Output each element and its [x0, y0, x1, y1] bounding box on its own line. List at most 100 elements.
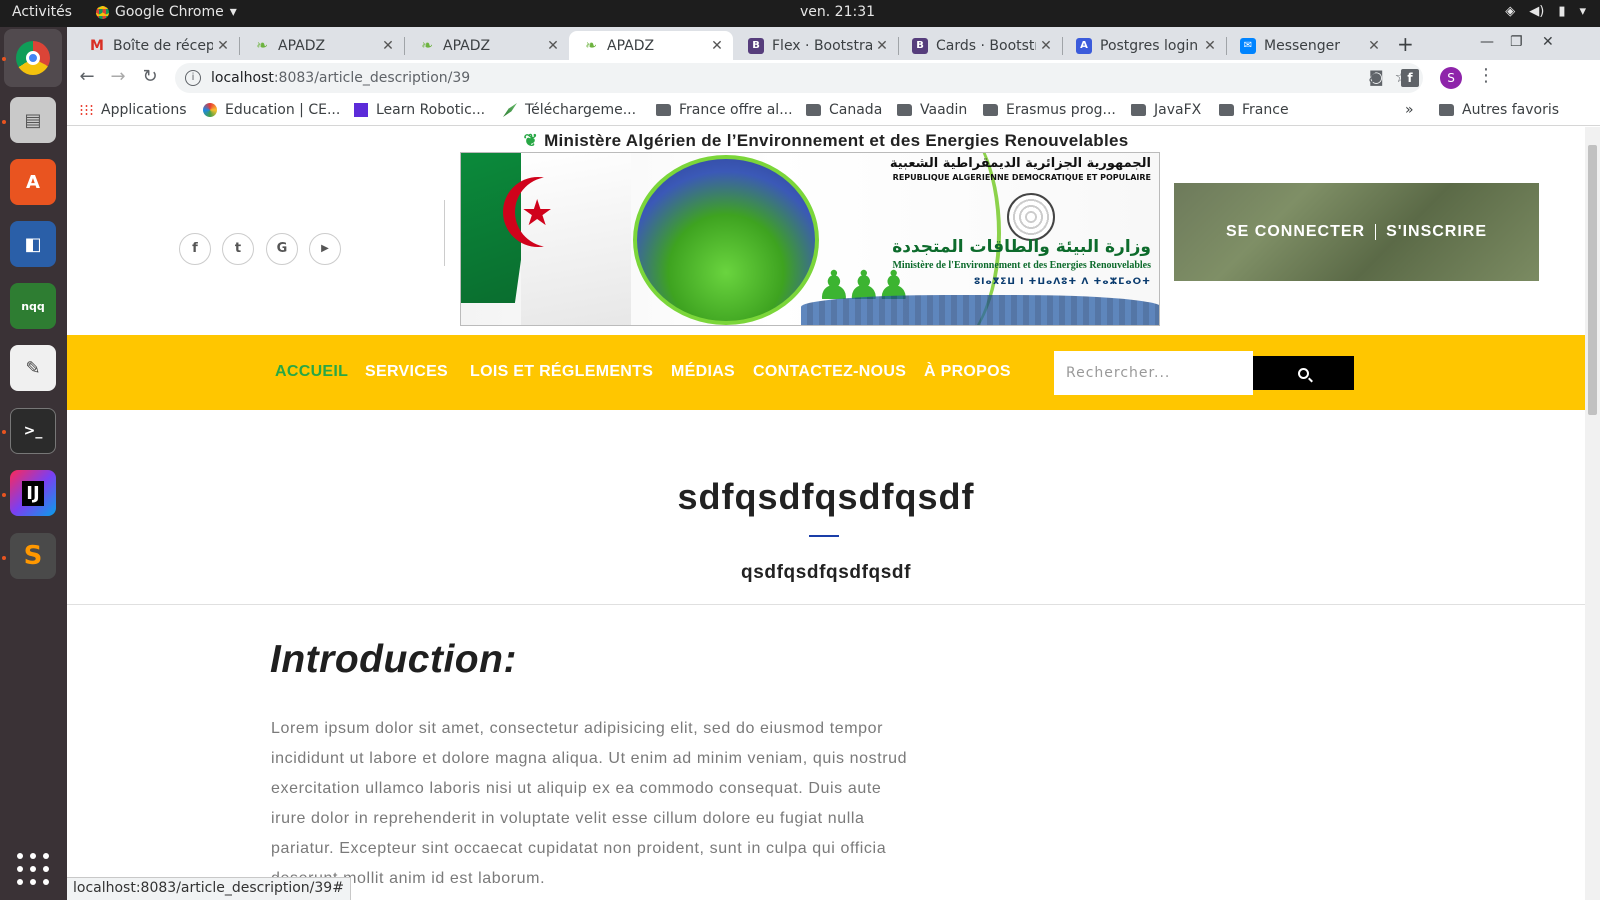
article-subtitle: qsdfqsdfqsdfqsdf: [740, 562, 912, 583]
scrollbar-thumb[interactable]: [1588, 145, 1597, 415]
tab-label: APADZ: [607, 37, 655, 54]
bookmarks-bar: Applications Education | CE... Learn Robot…: [67, 96, 1600, 126]
bookmark-item[interactable]: France offre al...: [656, 102, 793, 118]
bootstrap-icon: B: [912, 37, 928, 54]
ministry-title-text: Ministère Algérien de l’Environnement et…: [544, 131, 1129, 150]
youtube-link[interactable]: ▶: [309, 233, 341, 265]
decorative-waves: [801, 295, 1159, 325]
nav-services[interactable]: SERVICES: [365, 363, 448, 381]
title-underline: [809, 535, 839, 537]
facebook-extension-icon[interactable]: f: [1401, 69, 1419, 87]
bookmark-item[interactable]: Téléchargeme...: [503, 102, 636, 118]
dock-text-editor[interactable]: ✎: [10, 345, 56, 391]
nav-a-propos[interactable]: À PROPOS: [924, 363, 1011, 381]
clock[interactable]: ven. 21:31: [800, 4, 875, 20]
browser-tab[interactable]: M Boîte de récept ✕: [75, 31, 239, 60]
bookmark-item[interactable]: Learn Robotic...: [354, 102, 485, 118]
search-input[interactable]: [1054, 351, 1253, 395]
dock-chrome[interactable]: [4, 29, 62, 87]
nav-accueil[interactable]: ACCUEIL: [275, 363, 348, 381]
screenshot-extension-icon[interactable]: ◙: [1369, 68, 1384, 86]
login-link[interactable]: SE CONNECTER: [1226, 223, 1365, 241]
show-applications-icon[interactable]: [17, 853, 49, 885]
apps-grid-icon: [79, 104, 93, 116]
browser-tab[interactable]: ❧ APADZ ✕: [405, 31, 569, 60]
chevron-down-icon: ▾: [1579, 4, 1586, 19]
browser-window: M Boîte de récept ✕ ❧ APADZ ✕ ❧ APADZ ✕ ❧ APADZ ✕ B F…: [67, 27, 1600, 126]
folder-icon: [1131, 104, 1146, 116]
close-icon[interactable]: ✕: [1200, 38, 1220, 54]
close-icon[interactable]: ✕: [707, 38, 727, 54]
chrome-menu-button[interactable]: ⋮: [1477, 65, 1495, 86]
dock-terminal[interactable]: >_: [10, 408, 56, 454]
profile-avatar[interactable]: S: [1440, 67, 1462, 89]
auth-panel: SE CONNECTER S'INSCRIRE: [1174, 183, 1539, 281]
forward-button[interactable]: →: [106, 66, 130, 87]
facebook-link[interactable]: f: [179, 233, 211, 265]
new-tab-button[interactable]: +: [1397, 32, 1414, 56]
close-icon[interactable]: ✕: [213, 38, 233, 54]
folder-icon: [656, 104, 671, 116]
close-icon[interactable]: ✕: [1364, 38, 1384, 54]
volume-icon: ◀): [1529, 4, 1545, 19]
reload-button[interactable]: ↻: [138, 66, 162, 87]
bookmark-item[interactable]: Vaadin: [897, 102, 967, 118]
nav-lois-et-reglements[interactable]: LOIS ET RÉGLEMENTS: [470, 363, 653, 381]
search-button[interactable]: [1253, 356, 1354, 390]
page-scrollbar[interactable]: [1585, 127, 1600, 900]
dock-files[interactable]: ▤: [10, 97, 56, 143]
bookmark-item[interactable]: France: [1219, 102, 1289, 118]
close-icon[interactable]: ✕: [543, 38, 563, 54]
twitter-link[interactable]: t: [222, 233, 254, 265]
info-icon[interactable]: i: [185, 70, 201, 86]
app-menu[interactable]: Google Chrome ▾: [96, 4, 237, 20]
browser-tab[interactable]: A Postgres login ✕: [1062, 31, 1226, 60]
system-tray[interactable]: ◈ ◀) ▮ ▾: [1505, 4, 1586, 19]
bookmark-item[interactable]: Applications: [79, 102, 187, 118]
nav-contactez-nous[interactable]: CONTACTEZ-NOUS: [753, 363, 906, 381]
other-bookmarks[interactable]: Autres favoris: [1439, 102, 1559, 118]
close-icon[interactable]: ✕: [1036, 38, 1056, 54]
dock: ▤ A ◧ nqq ✎ >_ IJ S: [0, 27, 67, 900]
bookmarks-overflow-button[interactable]: »: [1405, 102, 1414, 118]
browser-tab[interactable]: ✉ Messenger ✕: [1226, 31, 1390, 60]
dock-software[interactable]: A: [10, 159, 56, 205]
browser-tab[interactable]: ❧ APADZ ✕: [569, 31, 733, 60]
address-bar[interactable]: i localhost:8083/article_description/39 …: [175, 63, 1423, 93]
maximize-button[interactable]: ❐: [1510, 34, 1523, 50]
register-link[interactable]: S'INSCRIRE: [1386, 223, 1487, 241]
bookmark-item[interactable]: JavaFX: [1131, 102, 1201, 118]
running-indicator: [2, 120, 6, 124]
dock-sublime[interactable]: S: [10, 533, 56, 579]
browser-tab[interactable]: ❧ APADZ ✕: [240, 31, 404, 60]
bookmark-label: Téléchargeme...: [525, 102, 637, 118]
dock-intellij[interactable]: IJ: [10, 470, 56, 516]
bookmark-item[interactable]: Canada: [806, 102, 882, 118]
nqq-icon: nqq: [21, 299, 45, 313]
dock-nqq[interactable]: nqq: [10, 283, 56, 329]
url-host: localhost: [211, 70, 274, 86]
google-link[interactable]: G: [266, 233, 298, 265]
back-button[interactable]: ←: [75, 66, 99, 87]
bookmark-item[interactable]: Education | CE...: [203, 102, 340, 118]
browser-tab[interactable]: B Cards · Bootstr ✕: [898, 31, 1062, 60]
tab-label: Postgres login: [1100, 37, 1199, 54]
folder-icon: [1219, 104, 1234, 116]
bookmark-label: Vaadin: [920, 102, 968, 118]
nav-medias[interactable]: MÉDIAS: [671, 363, 735, 381]
activities-button[interactable]: Activités: [12, 4, 72, 20]
messenger-icon: ✉: [1240, 37, 1256, 54]
notepad-icon: ✎: [25, 357, 41, 379]
banner-tifinagh-ministry: ⵓⵏⴰⴳⵉⵡ ⵏ ⵜⵡⴰⴷⵓⵜ ⴷ ⵜⴰⵣⵎⴰⵔⵜ: [973, 277, 1151, 287]
dock-virtualbox[interactable]: ◧: [10, 221, 56, 267]
browser-tab[interactable]: B Flex · Bootstrap ✕: [734, 31, 898, 60]
close-icon[interactable]: ✕: [378, 38, 398, 54]
close-icon[interactable]: ✕: [872, 38, 892, 54]
minimize-button[interactable]: —: [1480, 34, 1494, 50]
close-window-button[interactable]: ✕: [1542, 34, 1554, 50]
tab-label: Cards · Bootstr: [936, 37, 1036, 54]
bookmark-label: France: [1242, 102, 1289, 118]
other-bookmarks-label: Autres favoris: [1462, 102, 1560, 118]
bookmark-item[interactable]: Erasmus prog...: [983, 102, 1116, 118]
search-icon: [1298, 367, 1309, 379]
